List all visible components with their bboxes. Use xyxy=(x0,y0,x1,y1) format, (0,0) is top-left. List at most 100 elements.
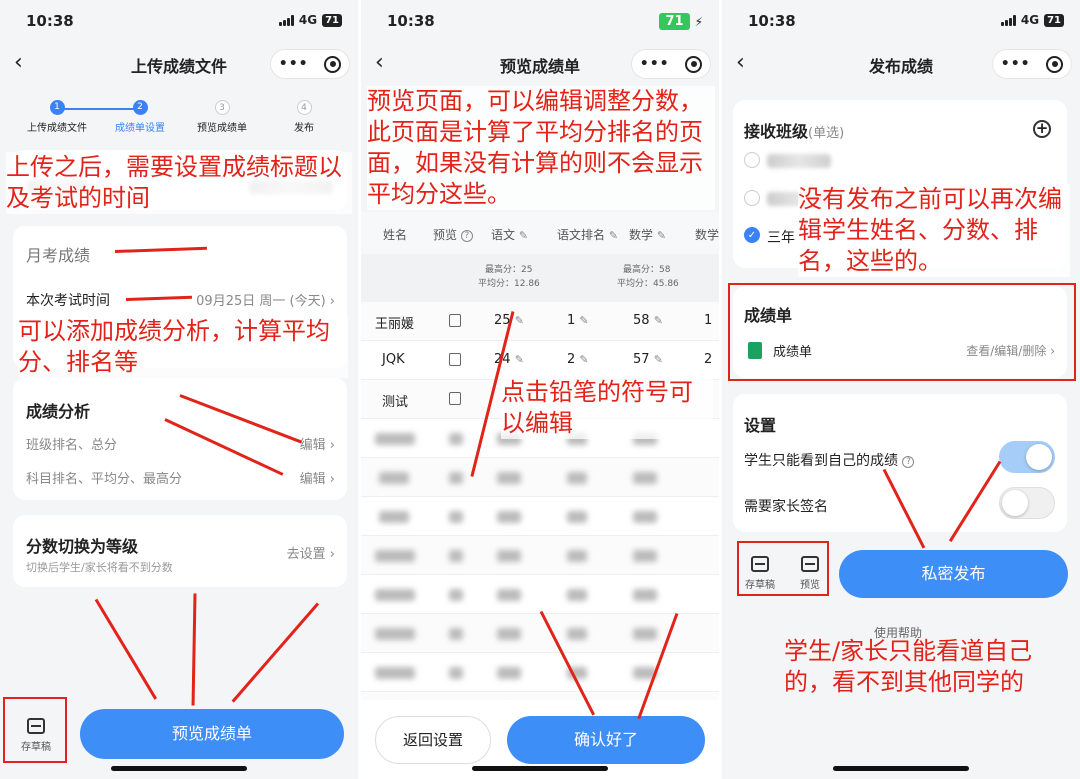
chevron-right-icon: › xyxy=(329,547,335,562)
pencil-icon[interactable]: ✎ xyxy=(654,353,663,366)
mini-program-capsule[interactable]: ••• xyxy=(631,49,711,79)
battery-icon: 71 xyxy=(322,13,342,27)
pencil-icon[interactable]: ✎ xyxy=(654,314,663,327)
chevron-right-icon: › xyxy=(329,472,335,487)
chinese-rank[interactable]: 1 ✎ xyxy=(567,313,589,328)
pencil-icon[interactable]: ✎ xyxy=(579,314,588,327)
column-header: 姓名 xyxy=(383,228,408,242)
score-title-input[interactable]: 月考成绩 xyxy=(26,242,90,266)
column-header: 语文排名 ✎ xyxy=(557,228,619,242)
table-header: 姓名 预览 ? 语文 ✎ 语文排名 ✎ 数学 ✎ 数学 xyxy=(361,212,719,254)
close-target-icon[interactable] xyxy=(1046,55,1064,73)
annotation-bottom: 学生/家长只能看道自己的，看不到其他同学的 xyxy=(784,637,1033,696)
class-radio[interactable] xyxy=(744,152,760,168)
more-icon[interactable]: ••• xyxy=(1001,56,1031,72)
analysis-row-label: 班级排名、总分 xyxy=(26,438,118,453)
network-label: 4G xyxy=(298,13,318,27)
highlight-box xyxy=(728,283,1076,381)
more-icon[interactable]: ••• xyxy=(279,56,309,72)
step-label: 预览成绩单 xyxy=(197,123,247,134)
battery-icon: 71 xyxy=(1044,13,1064,27)
pencil-icon[interactable]: ✎ xyxy=(515,314,524,327)
table-row: 王丽媛 25 ✎ 1 ✎ 58 ✎ 1 xyxy=(361,302,719,341)
math-rank: 2 xyxy=(704,352,713,367)
mini-program-capsule[interactable]: ••• xyxy=(270,49,350,79)
class-title: 接收班级(单选) xyxy=(744,122,845,141)
save-draft-button[interactable]: 存草稿 xyxy=(740,556,780,591)
exam-time-picker[interactable]: 09月25日 周一 (今天) › xyxy=(196,290,335,309)
annotation-middle: 可以添加成绩分析，计算平均分、排名等 xyxy=(18,316,348,378)
help-icon[interactable]: ? xyxy=(902,456,915,468)
settings-card: 设置 学生只能看到自己的成绩 ? 需要家长签名 xyxy=(733,394,1067,532)
own-only-toggle[interactable] xyxy=(999,441,1055,473)
math-score[interactable]: 57 ✎ xyxy=(633,352,663,367)
grade-title: 分数切换为等级 xyxy=(26,537,139,556)
chevron-right-icon: › xyxy=(329,294,335,309)
close-target-icon[interactable] xyxy=(685,55,703,73)
add-class-icon[interactable]: + xyxy=(1033,120,1051,138)
preview-icon[interactable] xyxy=(449,314,461,327)
math-score[interactable]: 58 ✎ xyxy=(633,313,663,328)
edit-class-rank-button[interactable]: 编辑 › xyxy=(300,434,335,453)
help-icon[interactable]: ? xyxy=(460,230,473,242)
stats-row: 最高分：25 平均分：12.86 最高分：58 平均分：45.86 xyxy=(361,254,719,302)
table-row-blurred xyxy=(361,575,719,614)
chinese-rank[interactable]: 2 ✎ xyxy=(567,352,589,367)
save-draft-button[interactable]: 存草稿 xyxy=(14,718,58,753)
private-publish-button[interactable]: 私密发布 xyxy=(839,550,1068,598)
column-header: 数学 ✎ xyxy=(629,228,667,242)
back-to-settings-button[interactable]: 返回设置 xyxy=(375,716,491,764)
stepper: 1 上传成绩文件 2 成绩单设置 3 预览成绩单 4 发布 xyxy=(0,100,358,140)
annotation-top: 没有发布之前可以再次编辑学生姓名、分数、排名，这些的。 xyxy=(798,184,1070,277)
column-header: 语文 ✎ xyxy=(491,228,529,242)
arrow xyxy=(94,598,158,700)
mini-program-capsule[interactable]: ••• xyxy=(992,49,1072,79)
pencil-icon[interactable]: ✎ xyxy=(519,229,528,242)
table-row-blurred xyxy=(361,497,719,536)
preview-icon[interactable] xyxy=(449,392,461,405)
preview-icon[interactable] xyxy=(449,353,461,366)
home-indicator xyxy=(472,766,608,771)
grade-hint: 切换后学生/家长将看不到分数 xyxy=(26,561,173,574)
pencil-icon[interactable]: ✎ xyxy=(657,229,666,242)
status-time: 10:38 xyxy=(26,12,74,30)
preview-sheet-button[interactable]: 预览成绩单 xyxy=(80,709,344,759)
table-row-blurred xyxy=(361,536,719,575)
exam-time-label: 本次考试时间 xyxy=(26,293,110,309)
close-target-icon[interactable] xyxy=(324,55,342,73)
pencil-icon[interactable]: ✎ xyxy=(579,353,588,366)
battery-icon: 71 xyxy=(659,13,690,30)
charging-icon: ⚡ xyxy=(694,14,703,29)
more-icon[interactable]: ••• xyxy=(640,56,670,72)
pencil-icon[interactable]: ✎ xyxy=(609,229,618,242)
nav-bar: ‹ 上传成绩文件 ••• xyxy=(0,44,358,84)
arrow xyxy=(231,602,320,703)
home-indicator xyxy=(833,766,969,771)
class-radio[interactable] xyxy=(744,190,760,206)
home-indicator xyxy=(111,766,247,771)
pencil-icon[interactable]: ✎ xyxy=(515,353,524,366)
step-label: 发布 xyxy=(294,123,314,134)
class-radio-selected[interactable]: ✓ xyxy=(744,227,760,243)
annotation-top: 上传之后，需要设置成绩标题以及考试的时间 xyxy=(6,152,352,214)
grade-setup-button[interactable]: 去设置 › xyxy=(287,543,335,562)
column-header: 数学 xyxy=(695,228,719,242)
student-name: 测试 xyxy=(382,395,409,410)
parent-sign-toggle[interactable] xyxy=(999,487,1055,519)
annotation-top: 预览页面，可以编辑调整分数，此页面是计算了平均分排名的页面，如果没有计算的则不会… xyxy=(367,86,715,210)
settings-title: 设置 xyxy=(744,416,777,435)
student-name: JQK xyxy=(382,352,405,367)
confirm-button[interactable]: 确认好了 xyxy=(507,716,705,764)
preview-button[interactable]: 预览 xyxy=(790,556,830,591)
math-rank: 1 xyxy=(704,313,713,328)
grade-card[interactable]: 分数切换为等级 切换后学生/家长将看不到分数 去设置 › xyxy=(13,515,347,587)
step-label: 上传成绩文件 xyxy=(27,123,87,134)
chevron-right-icon: › xyxy=(329,438,335,453)
preview-search-icon xyxy=(801,556,819,572)
edit-subject-rank-button[interactable]: 编辑 › xyxy=(300,468,335,487)
analysis-row-label: 科目排名、平均分、最高分 xyxy=(26,472,183,487)
status-bar: 10:38 71 ⚡ xyxy=(361,0,719,44)
step-1: 1 上传成绩文件 xyxy=(22,100,92,134)
math-max: 最高分：58 xyxy=(623,265,671,275)
analysis-title: 成绩分析 xyxy=(26,402,91,421)
